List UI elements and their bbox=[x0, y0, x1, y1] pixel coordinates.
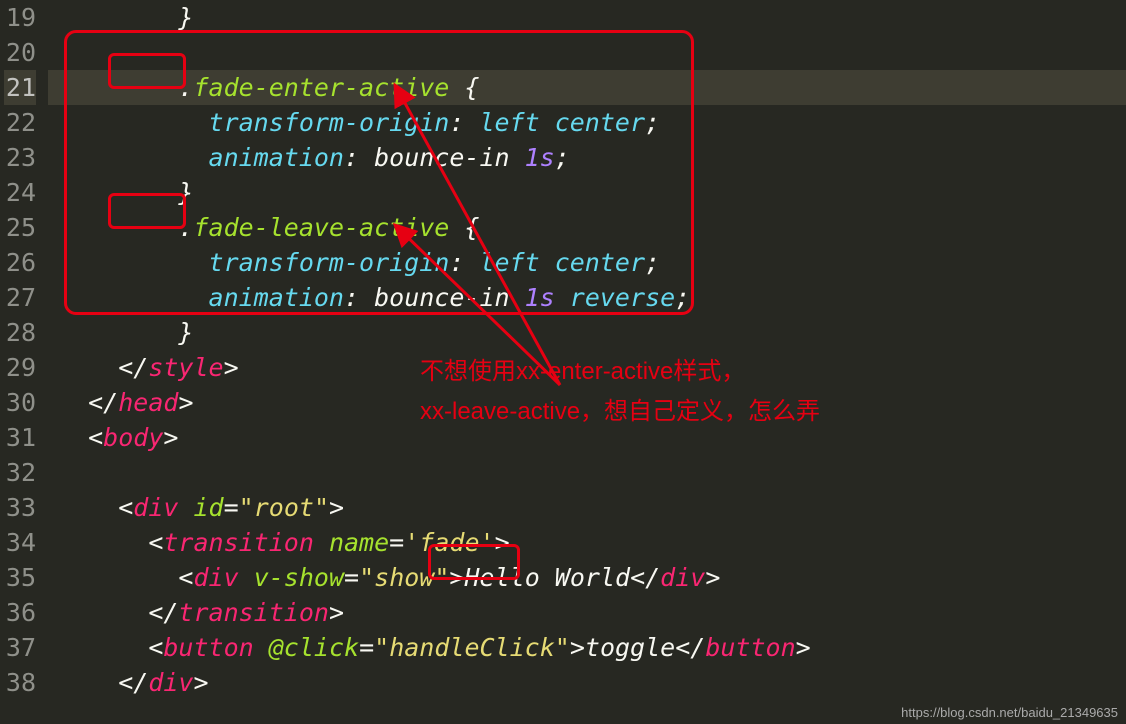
line-number: 35 bbox=[4, 560, 36, 595]
line-number: 23 bbox=[4, 140, 36, 175]
code-line: } bbox=[48, 315, 1126, 350]
line-number: 31 bbox=[4, 420, 36, 455]
annotation-text: 不想使用xx-enter-active样式， xx-leave-active，想… bbox=[420, 352, 820, 432]
code-line: transform-origin: left center; bbox=[48, 105, 1126, 140]
line-number: 22 bbox=[4, 105, 36, 140]
line-number-gutter: 19 20 21 22 23 24 25 26 27 28 29 30 31 3… bbox=[0, 0, 48, 724]
line-number: 21 bbox=[4, 70, 36, 105]
annotation-line-2: xx-leave-active，想自己定义，怎么弄 bbox=[420, 392, 820, 432]
code-line: .fade-leave-active { bbox=[48, 210, 1126, 245]
line-number: 38 bbox=[4, 665, 36, 700]
code-line: </transition> bbox=[48, 595, 1126, 630]
annotation-line-1: 不想使用xx-enter-active样式， bbox=[420, 352, 820, 392]
code-line: transform-origin: left center; bbox=[48, 245, 1126, 280]
line-number: 28 bbox=[4, 315, 36, 350]
code-line bbox=[48, 455, 1126, 490]
code-line: <div v-show="show">Hello World</div> bbox=[48, 560, 1126, 595]
line-number: 34 bbox=[4, 525, 36, 560]
line-number: 32 bbox=[4, 455, 36, 490]
line-number: 30 bbox=[4, 385, 36, 420]
code-line: <div id="root"> bbox=[48, 490, 1126, 525]
line-number: 25 bbox=[4, 210, 36, 245]
line-number: 33 bbox=[4, 490, 36, 525]
line-number: 20 bbox=[4, 35, 36, 70]
code-line bbox=[48, 35, 1126, 70]
code-line: .fade-enter-active { bbox=[48, 70, 1126, 105]
line-number: 19 bbox=[4, 0, 36, 35]
watermark: https://blog.csdn.net/baidu_21349635 bbox=[901, 705, 1118, 720]
code-line: <button @click="handleClick">toggle</but… bbox=[48, 630, 1126, 665]
line-number: 36 bbox=[4, 595, 36, 630]
line-number: 29 bbox=[4, 350, 36, 385]
code-line: animation: bounce-in 1s; bbox=[48, 140, 1126, 175]
code-line: } bbox=[48, 0, 1126, 35]
line-number: 37 bbox=[4, 630, 36, 665]
code-line: </div> bbox=[48, 665, 1126, 700]
line-number: 27 bbox=[4, 280, 36, 315]
line-number: 24 bbox=[4, 175, 36, 210]
code-line: } bbox=[48, 175, 1126, 210]
code-line: <transition name='fade'> bbox=[48, 525, 1126, 560]
line-number: 26 bbox=[4, 245, 36, 280]
code-line: animation: bounce-in 1s reverse; bbox=[48, 280, 1126, 315]
